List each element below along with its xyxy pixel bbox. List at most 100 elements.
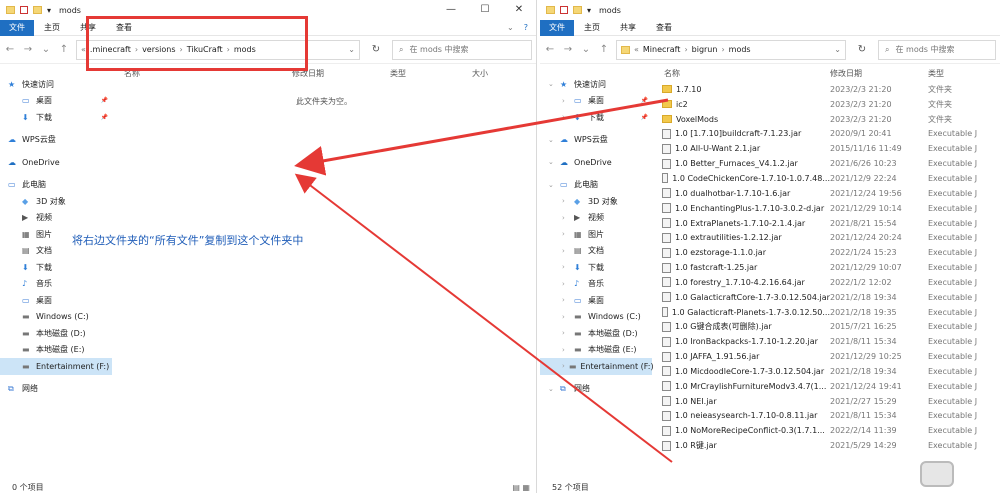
- file-row[interactable]: 1.0 Galacticraft-Planets-1.7-3.0.12.50..…: [652, 305, 1000, 320]
- pin-icon[interactable]: 📌: [641, 114, 648, 121]
- close-button[interactable]: ✕: [502, 0, 536, 20]
- expand-chevron-icon[interactable]: ⌄: [548, 136, 556, 144]
- nav-item[interactable]: › ◆ 3D 对象: [540, 193, 652, 210]
- expand-chevron-icon[interactable]: ⌄: [548, 181, 556, 189]
- nav-item[interactable]: ☁ OneDrive: [0, 154, 112, 171]
- nav-item[interactable]: › ▬ Entertainment (F:): [540, 358, 654, 375]
- view-toggle-icon[interactable]: ▤ ▦: [512, 483, 530, 492]
- new-folder-icon[interactable]: [573, 6, 582, 14]
- expand-chevron-icon[interactable]: ›: [562, 296, 570, 304]
- column-date[interactable]: 修改日期: [830, 68, 928, 79]
- help-icon[interactable]: ?: [524, 23, 528, 32]
- nav-item[interactable]: ◆ 3D 对象: [0, 193, 112, 210]
- file-row[interactable]: ic2 2023/2/3 21:20 文件夹: [652, 97, 1000, 112]
- expand-chevron-icon[interactable]: ›: [562, 197, 570, 205]
- nav-item[interactable]: ▬ Windows (C:): [0, 309, 112, 326]
- properties-icon[interactable]: [20, 6, 28, 14]
- column-size[interactable]: 大小: [472, 68, 522, 79]
- search-box[interactable]: ⌕ 在 mods 中搜索: [392, 39, 532, 60]
- minimize-button[interactable]: —: [434, 0, 468, 20]
- forward-arrow-icon[interactable]: →: [22, 44, 34, 55]
- tab-home[interactable]: 主页: [34, 20, 70, 36]
- file-row[interactable]: 1.0 R键.jar 2021/5/29 14:29 Executable J: [652, 438, 1000, 453]
- overflow-icon[interactable]: «: [634, 45, 639, 54]
- breadcrumb-separator-icon[interactable]: ›: [721, 45, 724, 54]
- nav-item[interactable]: ⬇ 下载: [0, 259, 112, 276]
- chevron-down-icon[interactable]: ▾: [587, 6, 591, 15]
- nav-item[interactable]: ▭ 桌面: [0, 292, 112, 309]
- back-arrow-icon[interactable]: ←: [4, 44, 16, 55]
- file-row[interactable]: 1.7.10 2023/2/3 21:20 文件夹: [652, 82, 1000, 97]
- nav-item[interactable]: › ▶ 视频: [540, 210, 652, 227]
- expand-chevron-icon[interactable]: ⌄: [548, 385, 556, 393]
- file-row[interactable]: 1.0 forestry_1.7.10-4.2.16.64.jar 2022/1/…: [652, 275, 1000, 290]
- folder-icon[interactable]: [6, 6, 15, 14]
- pin-icon[interactable]: 📌: [101, 114, 108, 121]
- nav-item[interactable]: › ▬ 本地磁盘 (D:): [540, 325, 652, 342]
- maximize-button[interactable]: ☐: [468, 0, 502, 20]
- tab-view[interactable]: 查看: [646, 20, 682, 36]
- file-row[interactable]: 1.0 All-U-Want 2.1.jar 2015/11/16 11:49 Ex…: [652, 141, 1000, 156]
- expand-chevron-icon[interactable]: ›: [562, 313, 570, 321]
- nav-item[interactable]: ▬ 本地磁盘 (E:): [0, 342, 112, 359]
- nav-item[interactable]: › ▬ 本地磁盘 (E:): [540, 342, 652, 359]
- file-row[interactable]: 1.0 JAFFA_1.91.56.jar 2021/12/29 10:25 Exe…: [652, 349, 1000, 364]
- file-row[interactable]: 1.0 CodeChickenCore-1.7.10-1.0.7.48... 20…: [652, 171, 1000, 186]
- recent-chevron-icon[interactable]: ⌄: [40, 44, 52, 55]
- tab-file[interactable]: 文件: [0, 19, 34, 36]
- file-row[interactable]: VoxelMods 2023/2/3 21:20 文件夹: [652, 112, 1000, 127]
- nav-item[interactable]: ♪ 音乐: [0, 276, 112, 293]
- expand-chevron-icon[interactable]: ›: [562, 362, 565, 370]
- file-row[interactable]: 1.0 NEI.jar 2021/2/27 15:29 Executable J: [652, 394, 1000, 409]
- nav-item[interactable]: › ▤ 文档: [540, 243, 652, 260]
- forward-arrow-icon[interactable]: →: [562, 44, 574, 55]
- nav-item[interactable]: ▬ 本地磁盘 (D:): [0, 325, 112, 342]
- refresh-icon[interactable]: ↻: [366, 44, 386, 55]
- expand-chevron-icon[interactable]: ›: [562, 97, 570, 105]
- tab-home[interactable]: 主页: [574, 20, 610, 36]
- expand-chevron-icon[interactable]: ›: [562, 346, 570, 354]
- recent-chevron-icon[interactable]: ⌄: [580, 44, 592, 55]
- expand-chevron-icon[interactable]: ›: [562, 113, 570, 121]
- nav-item[interactable]: ★ 快速访问: [0, 76, 112, 93]
- tab-file[interactable]: 文件: [540, 19, 574, 36]
- address-dropdown-icon[interactable]: ⌄: [834, 45, 841, 54]
- properties-icon[interactable]: [560, 6, 568, 14]
- pin-icon[interactable]: 📌: [641, 97, 648, 104]
- nav-item[interactable]: ⬇ 下载 📌: [0, 109, 112, 126]
- up-arrow-icon[interactable]: ↑: [598, 44, 610, 55]
- nav-item[interactable]: ⌄ ☁ WPS云盘: [540, 132, 652, 149]
- tab-share[interactable]: 共享: [610, 20, 646, 36]
- expand-chevron-icon[interactable]: ›: [562, 230, 570, 238]
- nav-item[interactable]: › ♪ 音乐: [540, 276, 652, 293]
- search-box[interactable]: ⌕ 在 mods 中搜索: [878, 39, 996, 60]
- file-row[interactable]: 1.0 neieasysearch-1.7.10-0.8.11.jar 2021/…: [652, 409, 1000, 424]
- chevron-down-icon[interactable]: ▾: [47, 6, 51, 15]
- file-row[interactable]: 1.0 IronBackpacks-1.7.10-1.2.20.jar 2021/…: [652, 334, 1000, 349]
- file-row[interactable]: 1.0 MicdoodleCore-1.7-3.0.12.504.jar 2021…: [652, 364, 1000, 379]
- breadcrumb-segment[interactable]: mods: [729, 45, 751, 54]
- address-dropdown-icon[interactable]: ⌄: [348, 45, 355, 54]
- nav-item[interactable]: › ▭ 桌面: [540, 292, 652, 309]
- nav-item[interactable]: ▶ 视频: [0, 210, 112, 227]
- expand-chevron-icon[interactable]: ›: [562, 247, 570, 255]
- up-arrow-icon[interactable]: ↑: [58, 44, 70, 55]
- ribbon-expand-icon[interactable]: ⌄: [507, 23, 514, 32]
- file-row[interactable]: 1.0 ExtraPlanets-1.7.10-2.1.4.jar 2021/8/…: [652, 216, 1000, 231]
- expand-chevron-icon[interactable]: ›: [562, 329, 570, 337]
- nav-item[interactable]: ⌄ ⧉ 网络: [540, 381, 652, 398]
- breadcrumb-separator-icon[interactable]: ›: [684, 45, 687, 54]
- column-type[interactable]: 类型: [928, 68, 988, 79]
- file-row[interactable]: 1.0 EnchantingPlus-1.7.10-3.0.2-d.jar 202…: [652, 201, 1000, 216]
- breadcrumb-segment[interactable]: Minecraft: [643, 45, 681, 54]
- file-row[interactable]: 1.0 MrCraylishFurnitureModv3.4.7(1... 202…: [652, 379, 1000, 394]
- expand-chevron-icon[interactable]: ⌄: [548, 80, 556, 88]
- nav-item[interactable]: ▭ 桌面 📌: [0, 93, 112, 110]
- back-arrow-icon[interactable]: ←: [544, 44, 556, 55]
- nav-item[interactable]: ⌄ ▭ 此电脑: [540, 177, 652, 194]
- expand-chevron-icon[interactable]: ›: [562, 280, 570, 288]
- expand-chevron-icon[interactable]: ›: [562, 263, 570, 271]
- pin-icon[interactable]: 📌: [101, 97, 108, 104]
- nav-item[interactable]: ▬ Entertainment (F:): [0, 358, 112, 375]
- file-row[interactable]: 1.0 fastcraft-1.25.jar 2021/12/29 10:07 Ex…: [652, 260, 1000, 275]
